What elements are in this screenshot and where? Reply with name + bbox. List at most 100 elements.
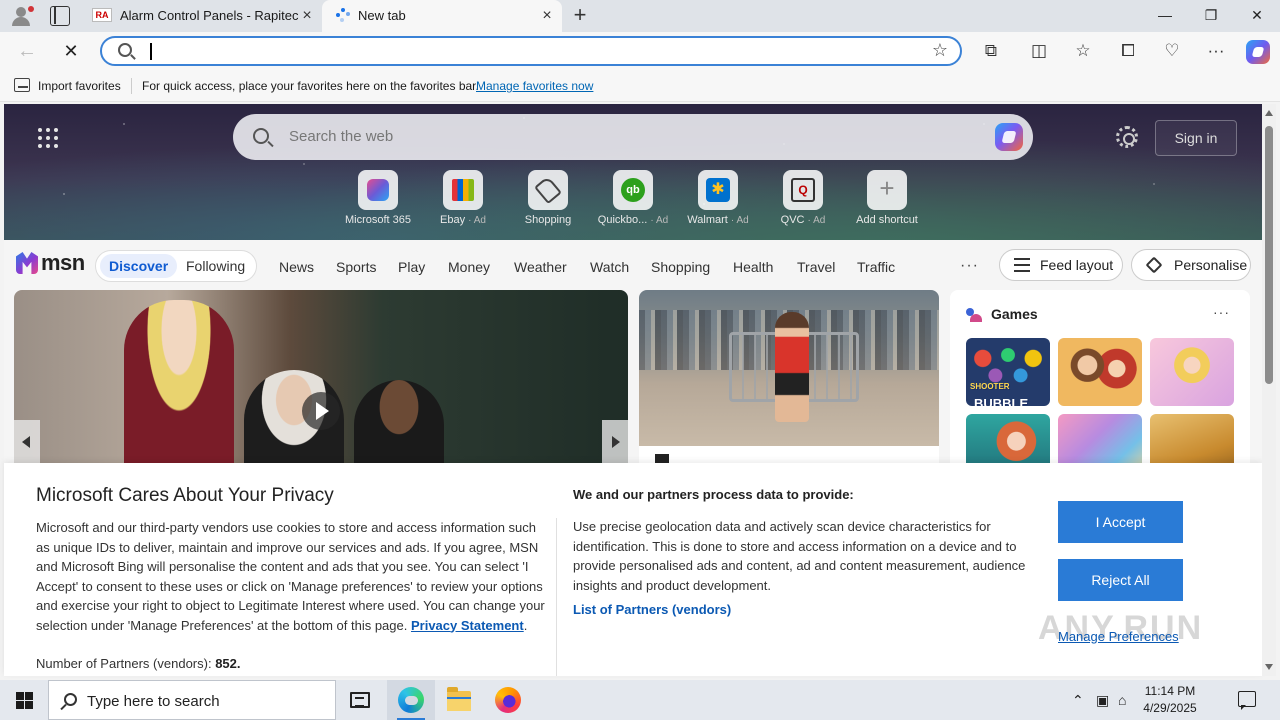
app-launcher-icon[interactable] bbox=[38, 128, 58, 148]
quickbooks-icon: qb bbox=[621, 178, 645, 202]
list-of-partners-link[interactable]: List of Partners (vendors) bbox=[573, 602, 731, 617]
game-tile-bubble-shooter[interactable]: BUBBLE SHOOTER bbox=[966, 338, 1050, 406]
news-card-runner[interactable] bbox=[639, 290, 939, 470]
personalise-button[interactable]: Personalise bbox=[1131, 249, 1251, 281]
copilot-icon[interactable] bbox=[995, 123, 1023, 151]
game-tile[interactable] bbox=[1058, 338, 1142, 406]
search-icon bbox=[118, 43, 132, 57]
nav-traffic[interactable]: Traffic bbox=[857, 259, 895, 275]
scroll-down-icon[interactable] bbox=[1265, 664, 1273, 670]
scroll-up-icon[interactable] bbox=[1265, 110, 1273, 116]
chevron-up-icon[interactable]: ⌃ bbox=[1072, 692, 1084, 709]
shortcut-quickbooks[interactable]: qb Quickbo... · Ad bbox=[593, 170, 673, 230]
favorites-icon[interactable]: ☆ bbox=[1071, 40, 1095, 64]
nav-travel[interactable]: Travel bbox=[797, 259, 835, 275]
plus-icon: + bbox=[879, 173, 895, 203]
firefox-icon bbox=[495, 687, 521, 713]
collections-icon[interactable]: ⧠ bbox=[1116, 40, 1140, 64]
shortcut-walmart[interactable]: ✱ Walmart · Ad bbox=[678, 170, 758, 230]
walmart-icon: ✱ bbox=[706, 178, 730, 202]
tab-new-tab[interactable]: New tab × bbox=[322, 0, 562, 32]
address-bar[interactable]: ☆ bbox=[100, 36, 962, 66]
device-icon[interactable]: ▣ bbox=[1096, 692, 1109, 709]
reject-all-button[interactable]: Reject All bbox=[1058, 559, 1183, 601]
split-screen-icon[interactable]: ◫ bbox=[1027, 40, 1051, 64]
nav-news[interactable]: News bbox=[279, 259, 314, 275]
feed-toggle: Discover Following bbox=[95, 250, 257, 282]
add-shortcut-button[interactable]: + Add shortcut bbox=[847, 170, 927, 230]
loading-spinner-icon bbox=[336, 8, 350, 22]
close-tab-icon[interactable]: × bbox=[540, 8, 554, 24]
web-search-box[interactable]: Search the web bbox=[233, 114, 1033, 160]
windows-start-icon[interactable] bbox=[16, 692, 33, 709]
shortcut-ebay[interactable]: Ebay · Ad bbox=[423, 170, 503, 230]
nav-money[interactable]: Money bbox=[448, 259, 490, 275]
search-icon bbox=[64, 693, 77, 706]
tab-discover[interactable]: Discover bbox=[100, 254, 178, 278]
nav-watch[interactable]: Watch bbox=[590, 259, 629, 275]
favorite-star-icon[interactable]: ☆ bbox=[932, 40, 948, 61]
system-clock[interactable]: 11:14 PM 4/29/2025 bbox=[1140, 683, 1200, 717]
settings-more-icon[interactable]: ··· bbox=[1204, 40, 1228, 64]
carousel-prev-button[interactable] bbox=[14, 420, 40, 464]
copilot-icon[interactable] bbox=[1246, 40, 1270, 64]
games-more-button[interactable]: ··· bbox=[1213, 304, 1230, 320]
shortcut-shopping[interactable]: Shopping bbox=[508, 170, 588, 230]
games-card: Games ··· BUBBLE SHOOTER bbox=[950, 290, 1250, 482]
nav-shopping[interactable]: Shopping bbox=[651, 259, 710, 275]
extensions-icon[interactable]: ⧉ bbox=[979, 40, 1003, 64]
minimize-button[interactable]: — bbox=[1142, 0, 1188, 32]
partners-count: Number of Partners (vendors): 852. bbox=[36, 656, 241, 671]
nav-health[interactable]: Health bbox=[733, 259, 773, 275]
browser-toolbar: ← ✕ ☆ ⧉ ◫ ☆ ⧠ ♡ ··· bbox=[0, 32, 1280, 70]
shortcut-qvc[interactable]: Q QVC · Ad bbox=[763, 170, 843, 230]
taskbar-firefox[interactable] bbox=[484, 680, 532, 720]
address-input[interactable] bbox=[148, 41, 908, 61]
game-tile[interactable] bbox=[1150, 338, 1234, 406]
scroll-thumb[interactable] bbox=[1265, 126, 1273, 384]
tab-alarm-control-panels[interactable]: RA Alarm Control Panels - Rapitec × bbox=[84, 0, 322, 32]
nav-sports[interactable]: Sports bbox=[336, 259, 376, 275]
taskbar-file-explorer[interactable] bbox=[435, 680, 483, 720]
video-news-card[interactable] bbox=[14, 290, 628, 470]
page-scrollbar[interactable] bbox=[1262, 104, 1276, 676]
folder-icon bbox=[447, 687, 471, 711]
tab-actions-icon[interactable] bbox=[50, 6, 70, 26]
divider bbox=[131, 78, 132, 94]
restore-button[interactable]: ❐ bbox=[1188, 0, 1234, 32]
carousel-next-button[interactable] bbox=[602, 420, 628, 464]
shortcut-label: QVC · Ad bbox=[780, 214, 826, 226]
msn-logo[interactable]: msn bbox=[16, 250, 85, 276]
nav-play[interactable]: Play bbox=[398, 259, 425, 275]
more-nav-button[interactable]: ··· bbox=[960, 257, 979, 275]
taskbar-edge[interactable] bbox=[387, 680, 435, 720]
close-tab-icon[interactable]: × bbox=[300, 8, 314, 24]
network-icon[interactable]: ⌂ bbox=[1118, 692, 1126, 708]
privacy-statement-link[interactable]: Privacy Statement bbox=[411, 618, 524, 633]
import-favorites-button[interactable]: Import favorites bbox=[38, 79, 121, 93]
back-button[interactable]: ← bbox=[14, 38, 40, 64]
manage-favorites-link[interactable]: Manage favorites now bbox=[476, 79, 593, 93]
browser-essentials-icon[interactable]: ♡ bbox=[1160, 40, 1184, 64]
notifications-icon[interactable] bbox=[1238, 691, 1256, 710]
shortcut-microsoft-365[interactable]: Microsoft 365 bbox=[338, 170, 418, 230]
stop-loading-button[interactable]: ✕ bbox=[58, 38, 84, 64]
close-window-button[interactable]: ✕ bbox=[1234, 0, 1280, 32]
play-icon[interactable] bbox=[302, 392, 340, 430]
search-icon bbox=[253, 128, 269, 144]
task-view-button[interactable] bbox=[336, 680, 384, 720]
msn-nav-bar: msn Discover Following News Sports Play … bbox=[4, 240, 1262, 288]
new-tab-button[interactable]: + bbox=[569, 4, 591, 27]
privacy-title: Microsoft Cares About Your Privacy bbox=[36, 485, 334, 506]
nav-weather[interactable]: Weather bbox=[514, 259, 567, 275]
gear-icon[interactable] bbox=[1116, 126, 1138, 148]
profile-icon[interactable] bbox=[8, 4, 34, 28]
sign-in-button[interactable]: Sign in bbox=[1155, 120, 1237, 156]
feed-layout-button[interactable]: Feed layout bbox=[999, 249, 1123, 281]
taskbar-search-box[interactable]: Type here to search bbox=[48, 680, 336, 720]
manage-preferences-link[interactable]: Manage Preferences bbox=[1058, 629, 1179, 644]
tab-following[interactable]: Following bbox=[186, 254, 245, 278]
divider bbox=[556, 518, 557, 676]
shortcut-label: Quickbo... · Ad bbox=[597, 214, 669, 226]
accept-button[interactable]: I Accept bbox=[1058, 501, 1183, 543]
